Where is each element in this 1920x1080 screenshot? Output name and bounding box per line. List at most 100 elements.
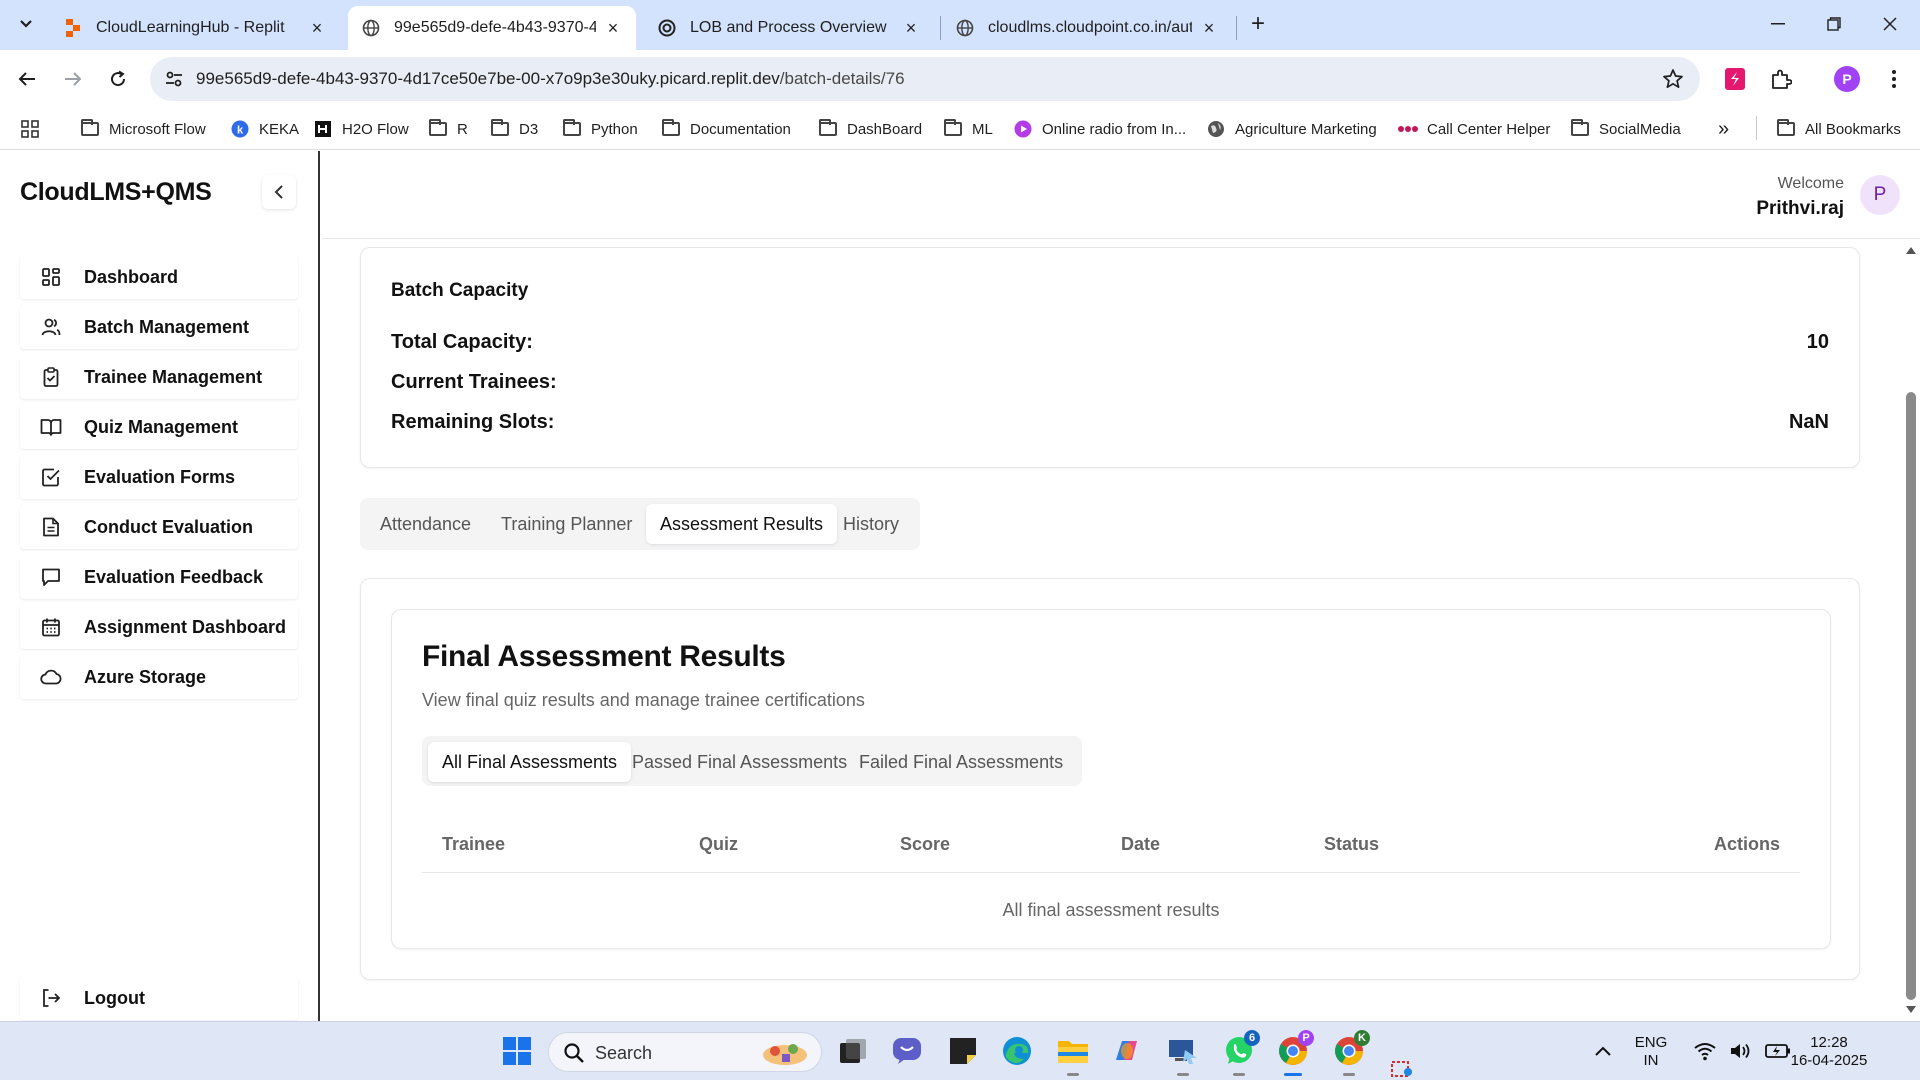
task-view-button[interactable] (836, 1034, 870, 1068)
chrome-profile-p-button[interactable]: P (1276, 1030, 1314, 1076)
bookmark-agriculture-marketing[interactable]: Agriculture Marketing (1206, 116, 1377, 142)
bookmark-label: DashBoard (847, 120, 923, 138)
nav-trainee-management[interactable]: Trainee Management (20, 355, 298, 399)
wifi-icon (1694, 1043, 1716, 1061)
reload-button[interactable] (103, 64, 133, 94)
globe-icon (956, 19, 974, 37)
bookmark-r[interactable]: R (428, 116, 468, 142)
profile-avatar[interactable]: P (1834, 66, 1860, 92)
site-settings-icon[interactable] (164, 69, 184, 89)
clock[interactable]: 12:28 16-04-2025 (1782, 1034, 1876, 1070)
bookmark-h2o-flow[interactable]: H2O Flow (313, 116, 409, 142)
welcome-text: Welcome (1777, 175, 1844, 192)
nav-quiz-management[interactable]: Quiz Management (20, 405, 298, 449)
tab-search-button[interactable] (12, 10, 40, 38)
restore-button[interactable] (1814, 8, 1854, 40)
edge-button[interactable] (1000, 1034, 1034, 1068)
url-text[interactable]: 99e565d9-defe-4b43-9370-4d17ce50e7be-00-… (196, 69, 905, 89)
subtab-passed-final[interactable]: Passed Final Assessments (618, 742, 861, 782)
nav-dashboard[interactable]: Dashboard (20, 255, 298, 299)
sticky-notes-button[interactable] (946, 1034, 980, 1068)
message-icon (40, 566, 62, 588)
more-bookmarks-button[interactable]: » (1718, 116, 1729, 142)
browser-tab-cloudlms[interactable]: cloudlms.cloudpoint.co.in/auth × (942, 6, 1232, 50)
new-tab-button[interactable]: + (1245, 12, 1271, 38)
close-window-button[interactable] (1870, 8, 1910, 40)
folder-icon (661, 119, 681, 138)
tab-attendance[interactable]: Attendance (366, 504, 485, 544)
bookmark-label: Online radio from In... (1042, 120, 1187, 138)
subtab-all-final[interactable]: All Final Assessments (428, 742, 632, 782)
whatsapp-button[interactable]: 6 (1222, 1030, 1260, 1076)
chrome-profile-k-button[interactable]: K (1332, 1030, 1370, 1076)
collapse-sidebar-button[interactable] (262, 175, 296, 209)
bookmark-microsoft-flow[interactable]: Microsoft Flow (80, 116, 206, 142)
user-avatar[interactable]: P (1860, 175, 1900, 215)
back-button[interactable] (12, 64, 42, 94)
nav-batch-management[interactable]: Batch Management (20, 305, 298, 349)
logout-button[interactable]: Logout (20, 976, 298, 1020)
bookmark-label: Call Center Helper (1427, 120, 1551, 138)
browser-tab-lob[interactable]: LOB and Process Overview × (644, 6, 934, 50)
minimize-button[interactable] (1758, 8, 1798, 40)
capacity-label: Remaining Slots: (391, 411, 555, 433)
browser-menu-button[interactable] (1884, 66, 1904, 92)
scroll-down-icon[interactable] (1905, 1005, 1917, 1015)
remote-desktop-button[interactable] (1166, 1034, 1200, 1076)
bookmark-dashboard[interactable]: DashBoard (818, 116, 922, 142)
scrollbar-thumb[interactable] (1906, 392, 1916, 1000)
radio-icon (1013, 120, 1033, 138)
users-icon (40, 316, 62, 338)
show-hidden-icons-button[interactable] (1586, 1034, 1620, 1068)
h2o-icon (313, 120, 333, 138)
browser-tab-replit[interactable]: CloudLearningHub - Replit × (50, 6, 340, 50)
nav-evaluation-feedback[interactable]: Evaluation Feedback (20, 555, 298, 599)
extensions-button[interactable] (1768, 66, 1794, 92)
teams-chat-button[interactable] (890, 1034, 924, 1068)
app-header: Welcome Prithvi.raj P (322, 151, 1920, 239)
nav-conduct-evaluation[interactable]: Conduct Evaluation (20, 505, 298, 549)
nav-label: Conduct Evaluation (84, 516, 254, 537)
tab-history[interactable]: History (829, 504, 913, 544)
file-explorer-button[interactable] (1056, 1034, 1090, 1076)
bookmark-documentation[interactable]: Documentation (661, 116, 791, 142)
language-indicator[interactable]: ENG IN (1630, 1034, 1672, 1070)
app-brand: CloudLMS+QMS (20, 178, 212, 206)
column-header-score: Score (900, 834, 951, 854)
close-tab-icon[interactable]: × (1200, 19, 1218, 37)
scroll-up-icon[interactable] (1905, 245, 1917, 255)
bookmark-socialmedia[interactable]: SocialMedia (1570, 116, 1681, 142)
copilot-button[interactable] (1110, 1034, 1144, 1068)
capacity-label: Total Capacity: (391, 331, 533, 353)
address-bar[interactable]: 99e565d9-defe-4b43-9370-4d17ce50e7be-00-… (150, 57, 1700, 101)
close-tab-icon[interactable]: × (902, 19, 920, 37)
tab-assessment-results[interactable]: Assessment Results (646, 504, 838, 544)
forward-button[interactable] (58, 64, 88, 94)
nav-azure-storage[interactable]: Azure Storage (20, 655, 298, 699)
extension-button[interactable] (1722, 66, 1748, 92)
close-tab-icon[interactable]: × (604, 19, 622, 37)
svg-text:k: k (237, 125, 244, 137)
bookmark-label: ML (972, 120, 993, 138)
bookmark-call-center-helper[interactable]: Call Center Helper (1398, 116, 1550, 142)
tab-training-planner[interactable]: Training Planner (487, 504, 646, 544)
nav-assignment-dashboard[interactable]: Assignment Dashboard (20, 605, 298, 649)
snipping-tool-button[interactable] (1390, 1058, 1414, 1078)
taskbar-search[interactable]: Search (548, 1032, 822, 1072)
checkbox-icon (40, 466, 62, 488)
bookmark-python[interactable]: Python (562, 116, 638, 142)
bookmark-online-radio[interactable]: Online radio from In... (1013, 116, 1186, 142)
replit-icon (64, 19, 82, 37)
bookmark-keka[interactable]: k KEKA (230, 116, 299, 142)
subtab-failed-final[interactable]: Failed Final Assessments (845, 742, 1077, 782)
bookmark-star-icon[interactable] (1662, 68, 1684, 90)
start-button[interactable] (500, 1034, 534, 1068)
apps-button[interactable] (20, 116, 49, 142)
bookmark-ml[interactable]: ML (943, 116, 993, 142)
bookmark-d3[interactable]: D3 (490, 116, 538, 142)
browser-tab-app[interactable]: 99e565d9-defe-4b43-9370-4d1 × (348, 6, 636, 50)
nav-evaluation-forms[interactable]: Evaluation Forms (20, 455, 298, 499)
close-tab-icon[interactable]: × (308, 19, 326, 37)
all-bookmarks-button[interactable]: All Bookmarks (1776, 116, 1901, 142)
batch-section-tabs: Attendance Training Planner Assessment R… (360, 498, 920, 550)
